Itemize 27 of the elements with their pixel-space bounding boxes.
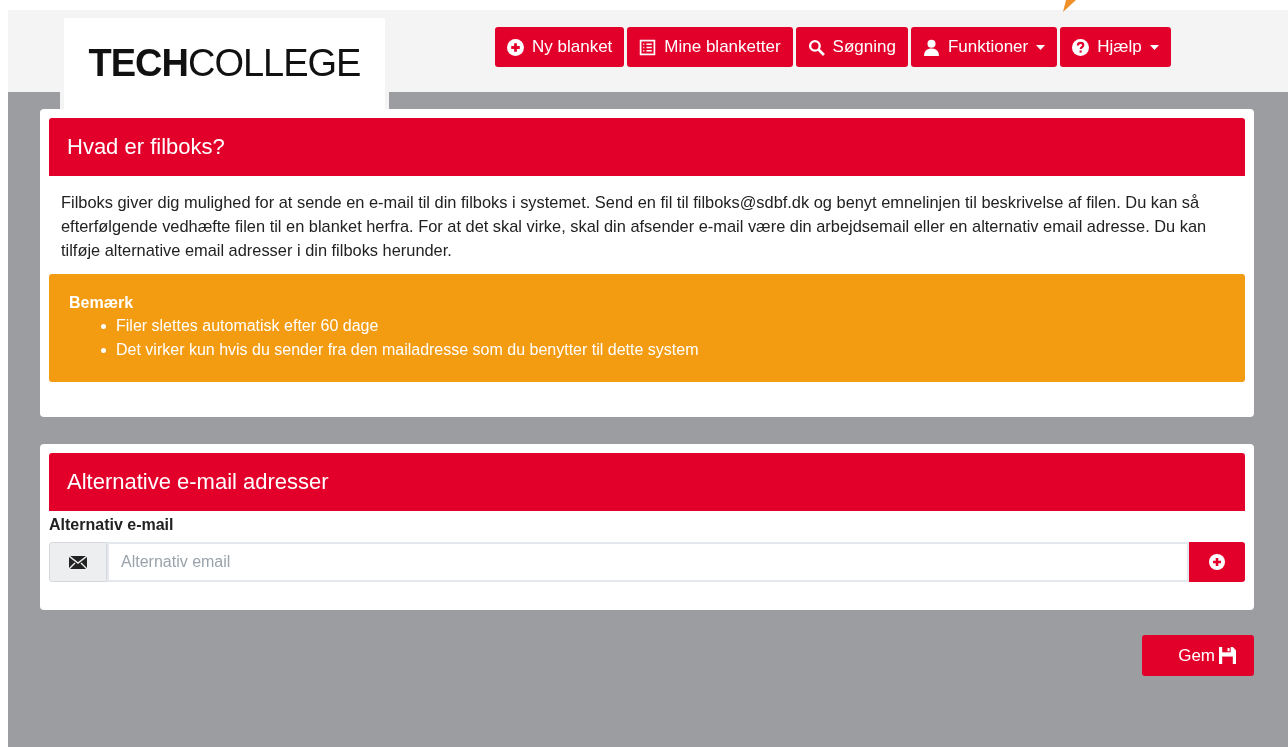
list-icon — [639, 38, 657, 56]
email-input[interactable]: Alternativ email — [107, 542, 1189, 582]
info-text: Filboks giver dig mulighed for at sende en e-mail til din filboks i systemet. Send en fil til filboks@sdbf.dk og benyt emnelinjen til beskrivelse af filen. Du kan så efterfølgende vedhæfte filen til en blanket herfra. For at det skal virke, skal din afsender e-mail være din arbejdsemail eller en alternativ email adresse. Du kan tilføje alternative email adresser i din filboks herunder. — [61, 192, 1208, 261]
nav-button[interactable]: Ny blanket — [495, 27, 625, 67]
plus-circle-icon — [1209, 554, 1225, 570]
field-label: Alternativ e-mail — [49, 516, 175, 534]
envelope-icon — [69, 555, 87, 569]
nav-button[interactable]: Funktioner — [910, 27, 1058, 67]
panel-heading: Alternative e-mail adresser — [49, 453, 1245, 511]
save-button[interactable]: Gem — [1142, 635, 1254, 676]
nav-button[interactable]: Mine blanketter — [627, 27, 793, 67]
add-button[interactable] — [1189, 542, 1245, 582]
panel-heading: Hvad er filboks? — [49, 118, 1245, 176]
caret-icon — [1036, 44, 1046, 50]
note-title: Bemærk — [69, 294, 135, 312]
pointer-arrow — [1060, 0, 1076, 12]
nav-button[interactable]: Søgning — [795, 27, 908, 67]
user-icon — [922, 38, 940, 56]
nav-button[interactable]: Hjælp — [1060, 27, 1171, 67]
bullet-icon — [101, 347, 106, 353]
bullet-icon — [101, 323, 106, 329]
caret-icon — [1149, 44, 1159, 50]
plus-circle-icon — [507, 38, 524, 56]
search-icon — [807, 38, 825, 56]
note-item: Det virker kun hvis du sender fra den mailadresse som du benytter til dette system — [116, 340, 699, 360]
note-item: Filer slettes automatisk efter 60 dage — [116, 316, 379, 336]
help-icon — [1072, 38, 1090, 56]
